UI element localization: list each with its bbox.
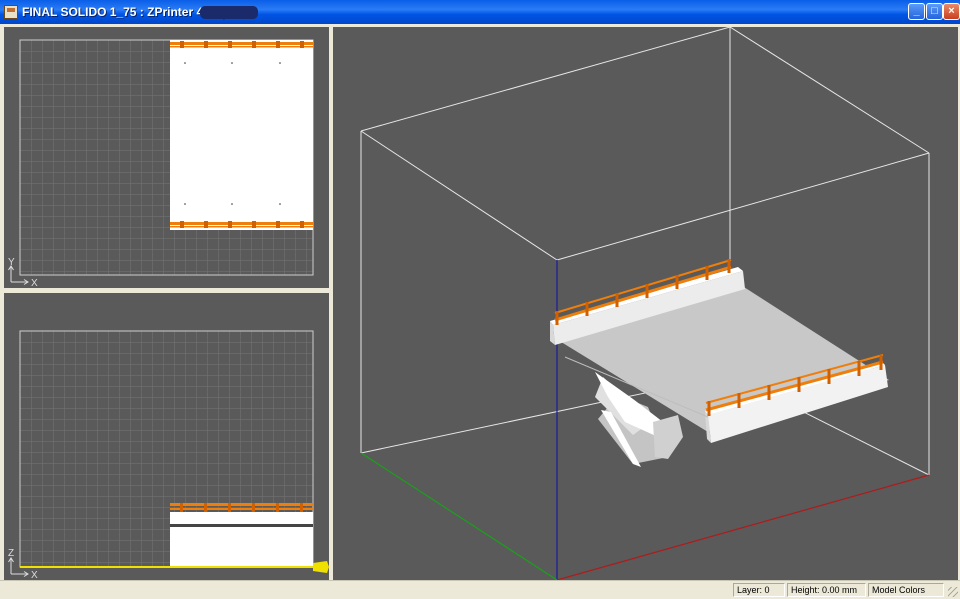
axis-label-z: Z — [8, 548, 14, 559]
top-view-viewport[interactable]: Y X — [4, 27, 329, 288]
axis-x-line — [556, 474, 930, 580]
view-splitter-horizontal[interactable] — [3, 288, 329, 292]
axis-y-line — [360, 452, 558, 580]
title-bar[interactable]: FINAL SOLIDO 1_75 : ZPrinter 450 (3DP _ … — [0, 0, 960, 24]
status-layer: Layer: 0 — [733, 583, 785, 597]
status-color-mode: Model Colors — [868, 583, 944, 597]
resize-grip[interactable] — [948, 587, 958, 597]
status-bar: Layer: 0 Height: 0.00 mm Model Colors — [0, 580, 960, 599]
status-height: Height: 0.00 mm — [787, 583, 866, 597]
maximize-button[interactable]: □ — [926, 3, 943, 20]
axis-label-y: Y — [8, 257, 15, 268]
model-front-slab-line — [170, 524, 313, 527]
perspective-canvas[interactable] — [333, 27, 958, 580]
minimize-button[interactable]: _ — [908, 3, 925, 20]
close-button[interactable]: × — [943, 3, 960, 20]
minimize-icon: _ — [913, 5, 920, 17]
redacted-region — [200, 6, 258, 19]
front-view-viewport[interactable]: Z X — [4, 293, 329, 580]
rail-top-view-lower — [170, 221, 313, 228]
model-front-body[interactable] — [170, 527, 313, 567]
close-icon: × — [948, 5, 955, 17]
axis-label-x-front: X — [31, 570, 38, 580]
height-slider-handle[interactable] — [313, 561, 329, 573]
current-height-line — [20, 566, 314, 568]
model-front-deck[interactable] — [170, 512, 313, 525]
front-view-canvas[interactable]: Z X — [4, 293, 329, 580]
maximize-icon: □ — [931, 5, 938, 17]
top-view-canvas[interactable]: Y X — [4, 27, 329, 288]
rail-top-view-upper — [170, 41, 313, 48]
app-icon[interactable] — [4, 5, 18, 19]
model-top-footprint[interactable] — [170, 40, 313, 230]
perspective-viewport[interactable] — [333, 27, 958, 580]
axis-label-x-top: X — [31, 278, 38, 288]
